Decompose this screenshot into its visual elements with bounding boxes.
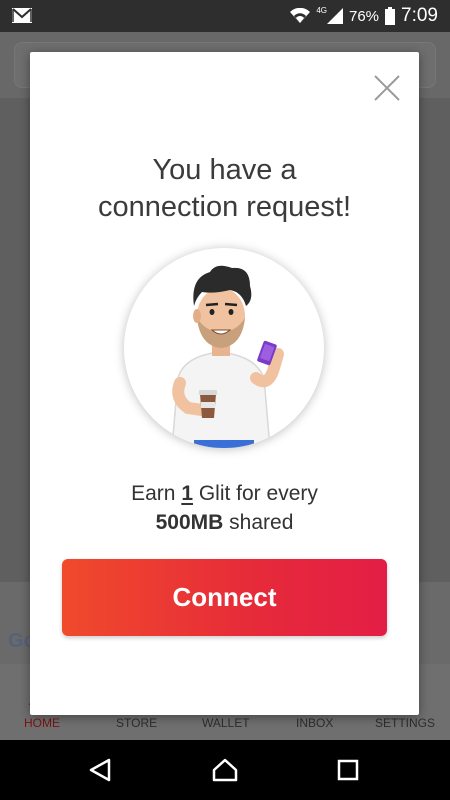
nav-inbox: INBOX bbox=[296, 716, 334, 730]
wifi-icon bbox=[290, 8, 311, 23]
gmail-icon bbox=[12, 8, 32, 23]
earn-description: Earn 1 Glit for every 500MB shared bbox=[30, 479, 419, 537]
illustration-circle bbox=[124, 248, 324, 448]
network-type: 4G bbox=[316, 5, 327, 15]
back-icon[interactable] bbox=[85, 755, 115, 785]
battery-icon bbox=[385, 7, 396, 25]
earn-suffix: Glit for every bbox=[193, 482, 318, 505]
nav-home: HOME bbox=[24, 716, 60, 730]
battery-level: 76% bbox=[348, 7, 380, 25]
close-icon[interactable] bbox=[373, 74, 401, 102]
nav-store: STORE bbox=[116, 716, 158, 730]
status-bar: 4G 76% 7:09 bbox=[0, 0, 450, 32]
connect-button[interactable]: Connect bbox=[62, 559, 387, 636]
recent-apps-icon[interactable] bbox=[333, 755, 363, 785]
earn-prefix: Earn bbox=[131, 482, 182, 505]
earn-data-size: 500MB bbox=[155, 511, 224, 534]
clock: 7:09 bbox=[401, 5, 438, 26]
earn-amount: 1 bbox=[181, 482, 193, 505]
dialog-title-line1: You have a bbox=[152, 154, 297, 186]
system-nav-bar bbox=[0, 740, 450, 800]
nav-settings: SETTINGS bbox=[375, 716, 436, 730]
dialog-title-line2: connection request! bbox=[97, 191, 352, 223]
dialog-title: You have a connection request! bbox=[30, 152, 419, 226]
connection-request-dialog: You have a connection request! Earn 1 Gl… bbox=[30, 52, 419, 715]
home-button-icon[interactable] bbox=[210, 755, 240, 785]
person-with-phone-illustration bbox=[171, 265, 284, 448]
signal-icon bbox=[326, 8, 343, 24]
nav-wallet: WALLET bbox=[202, 716, 250, 730]
earn-tail: shared bbox=[223, 511, 294, 534]
